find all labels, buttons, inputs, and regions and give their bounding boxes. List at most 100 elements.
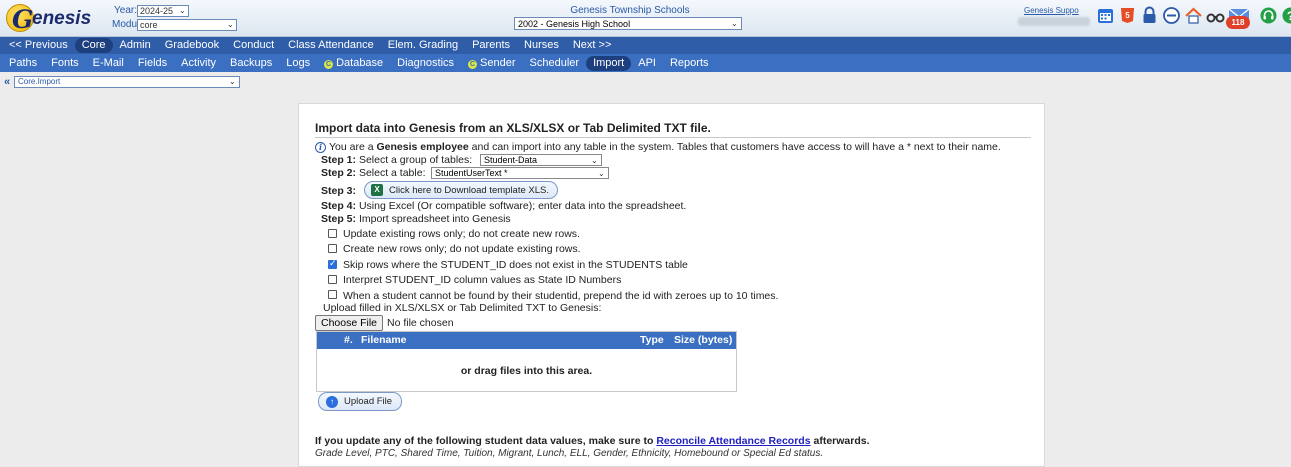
option-skip-missing-label: Skip rows where the STUDENT_ID does not … [343,259,688,271]
home-icon[interactable] [1184,6,1203,25]
year-module-selector: Year: 2024-25 ⌄ Module: core ⌄ [112,4,242,31]
col-size: Size (bytes) [674,334,733,346]
binoculars-icon[interactable] [1206,6,1225,25]
upload-file-label: Upload File [344,396,393,407]
option-skip-missing-checkbox[interactable] [328,258,337,269]
step2-label: Step 2: [321,167,357,179]
nav-elem-grading[interactable]: Elem. Grading [381,38,465,53]
district-name: Genesis Township Schools [570,5,690,16]
option-create-only-checkbox[interactable] [328,244,337,253]
subnav-reports[interactable]: Reports [663,56,716,71]
module-select[interactable]: core ⌄ [137,18,237,31]
double-chevron-left-icon[interactable]: « [0,76,14,88]
logo-text: enesis [32,8,92,29]
option-update-only-checkbox[interactable] [328,229,337,238]
subnav-scheduler[interactable]: Scheduler [523,56,587,71]
main-nav: << Previous Core Admin Gradebook Conduct… [0,37,1291,54]
step1-text: Select a group of tables: [358,154,473,166]
nav-class-attendance[interactable]: Class Attendance [281,38,381,53]
notice-pre: If you update any of the following stude… [315,435,657,447]
subnav-logs[interactable]: Logs [279,56,317,71]
nav-nurses[interactable]: Nurses [517,38,566,53]
table-group-select[interactable]: Student-Data ⌄ [480,154,602,166]
nav-conduct[interactable]: Conduct [226,38,281,53]
chevron-down-icon: ⌄ [598,168,605,178]
year-label: Year: [114,5,137,16]
col-num: #. [344,334,353,346]
genesis-logo[interactable]: G enesis [6,4,92,34]
intro-pre: You are a [329,141,377,153]
nav-next[interactable]: Next >> [566,38,619,53]
top-header: G enesis Year: 2024-25 ⌄ Module: core ⌄ … [0,0,1291,37]
minimize-icon[interactable] [1162,6,1181,25]
option-create-only-label: Create new rows only; do not update exis… [343,243,581,255]
svg-text:5: 5 [1125,11,1130,20]
excel-icon: X [371,184,383,196]
reconcile-notice: If you update any of the following stude… [315,435,870,447]
user-link[interactable]: Genesis Suppo [1024,6,1079,15]
reconcile-attendance-link[interactable]: Reconcile Attendance Records [656,435,810,447]
lock-icon[interactable] [1140,6,1159,25]
page-title: Import data into Genesis from an XLS/XLS… [315,121,711,135]
chevron-down-icon: ⌄ [227,20,234,29]
user-detail-redacted [1018,17,1090,26]
step3-label: Step 3: [321,185,356,197]
headset-icon[interactable] [1259,6,1278,25]
subnav-fonts[interactable]: Fonts [44,56,86,71]
nav-core[interactable]: Core [74,38,113,53]
sub-nav: Paths Fonts E-Mail Fields Activity Backu… [0,54,1291,72]
subnav-sender[interactable]: C Sender [461,56,522,71]
subnav-fields[interactable]: Fields [131,56,174,71]
info-icon: i [315,142,326,153]
step1-label: Step 1: [321,154,357,166]
help-icon[interactable]: ? [1281,6,1291,25]
subnav-api[interactable]: API [631,56,663,71]
option-prepend-zeroes-checkbox[interactable] [328,290,337,299]
nav-parents[interactable]: Parents [465,38,517,53]
step5-label: Step 5: [321,213,357,225]
col-type: Type [640,334,664,346]
upload-label: Upload filled in XLS/XLSX or Tab Delimit… [323,302,602,314]
step1-row: Step 1: Select a group of tables: [321,154,472,166]
subnav-import[interactable]: Import [586,55,632,71]
choose-file-button[interactable]: Choose File [315,315,383,331]
subnav-database[interactable]: C Database [317,56,390,71]
breadcrumb-value: Core.Import [18,77,61,86]
upload-file-button[interactable]: ↑ Upload File [318,392,402,411]
step5-row: Step 5: Import spreadsheet into Genesis [321,213,511,225]
table-select[interactable]: StudentUserText * ⌄ [431,167,609,179]
school-select[interactable]: 2002 - Genesis High School ⌄ [514,17,742,30]
calendar-icon[interactable] [1096,6,1115,25]
chevron-down-icon: ⌄ [229,77,236,86]
nav-previous[interactable]: << Previous [2,38,75,53]
step2-row: Step 2: Select a table: [321,167,425,179]
option-state-id-checkbox[interactable] [328,275,337,284]
import-panel: Import data into Genesis from an XLS/XLS… [298,103,1045,467]
subnav-diagnostics[interactable]: Diagnostics [390,56,461,71]
step4-text: Using Excel (Or compatible software); en… [358,200,687,212]
school-value: 2002 - Genesis High School [518,18,631,29]
header-icons: 5 ? [1096,6,1291,25]
notice-fields: Grade Level, PTC, Shared Time, Tuition, … [315,448,824,459]
breadcrumb-select[interactable]: Core.Import ⌄ [14,75,240,88]
chevron-down-icon: ⌄ [591,155,598,165]
subnav-sender-label: Sender [480,56,516,69]
nav-gradebook[interactable]: Gradebook [158,38,226,53]
step4-row: Step 4: Using Excel (Or compatible softw… [321,200,686,212]
subnav-backups[interactable]: Backups [223,56,279,71]
html5-icon[interactable]: 5 [1118,6,1137,25]
subnav-paths[interactable]: Paths [2,56,44,71]
subnav-email[interactable]: E-Mail [86,56,131,71]
upload-drop-area[interactable]: #. Filename Type Size (bytes) or drag fi… [316,331,737,392]
col-filename: Filename [361,334,407,346]
download-template-button[interactable]: X Click here to Download template XLS. [364,181,558,199]
year-value: 2024-25 [140,5,174,16]
c-marker-icon: C [468,59,478,69]
download-template-label: Click here to Download template XLS. [389,184,549,196]
subnav-activity[interactable]: Activity [174,56,223,71]
nav-admin[interactable]: Admin [113,38,158,53]
c-marker-icon: C [324,59,334,69]
option-update-only-label: Update existing rows only; do not create… [343,228,580,240]
year-select[interactable]: 2024-25 ⌄ [137,4,189,17]
step4-label: Step 4: [321,200,357,212]
